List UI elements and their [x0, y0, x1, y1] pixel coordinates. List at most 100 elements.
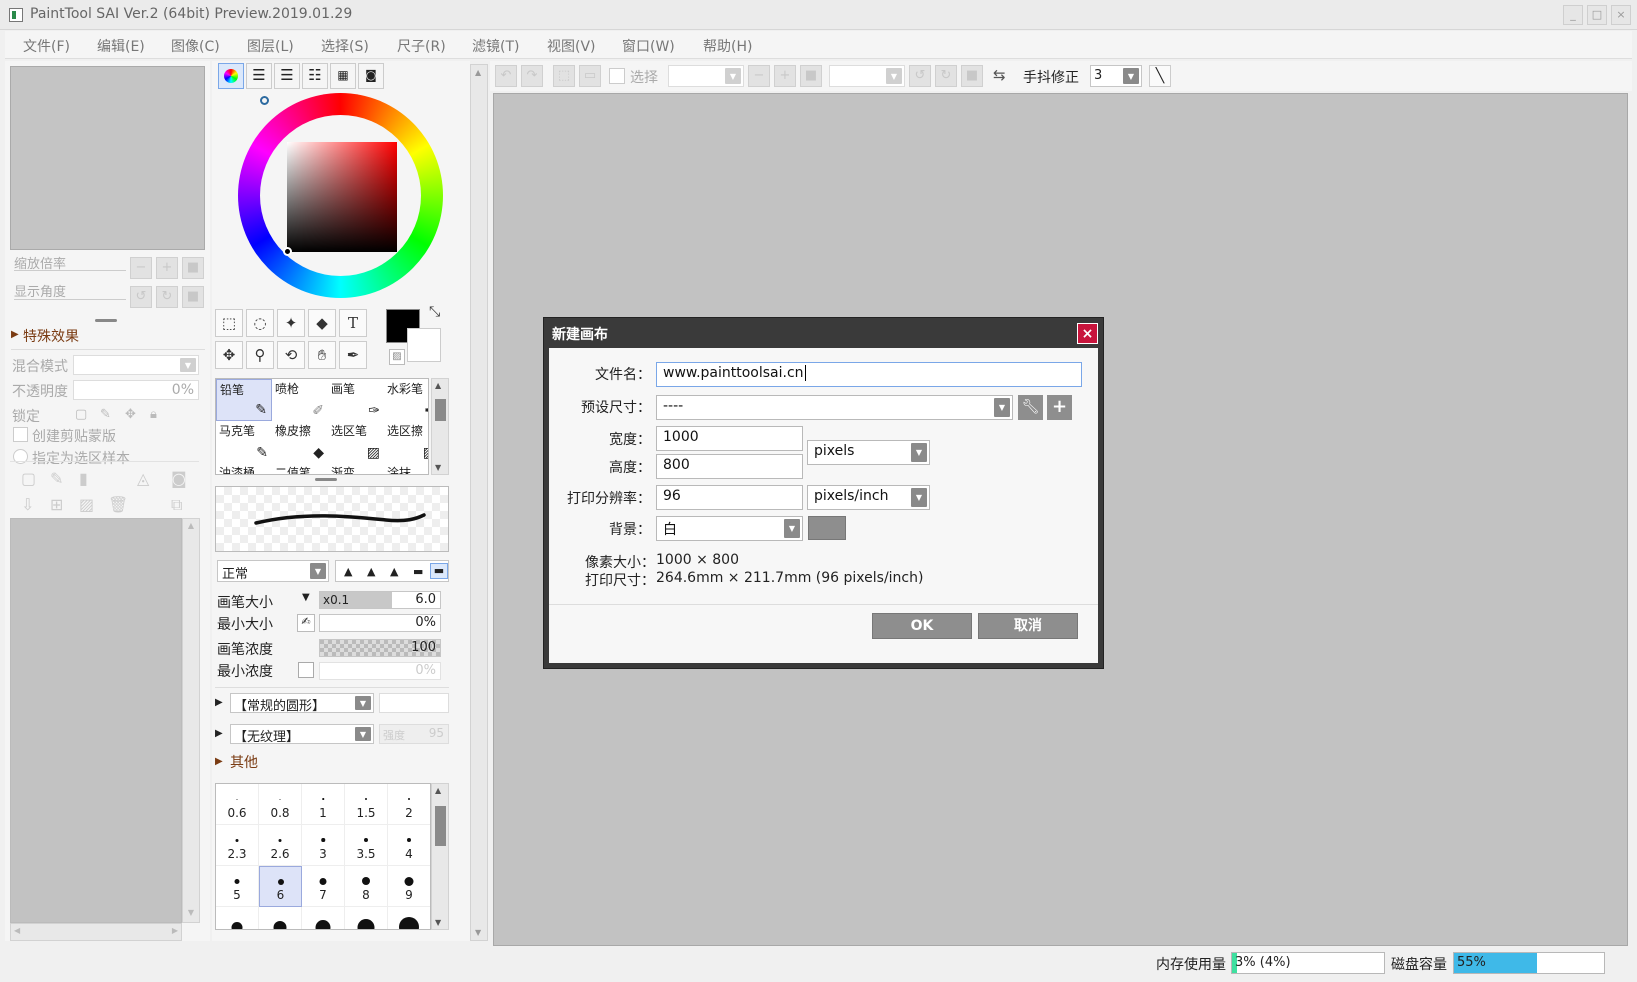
- shape-expand-icon[interactable]: ▶: [215, 697, 223, 708]
- menu-select[interactable]: 选择(S): [321, 36, 369, 56]
- saturation-value-square[interactable]: [283, 142, 397, 256]
- trash-icon[interactable]: 🗑︎: [108, 495, 128, 514]
- brush-binary[interactable]: 二值笔: [272, 463, 328, 474]
- menu-help[interactable]: 帮助(H): [703, 36, 752, 56]
- dialog-close-button[interactable]: ×: [1077, 323, 1098, 344]
- brush-airbrush[interactable]: 喷枪 ✐: [272, 379, 328, 421]
- panel-vscrollbar[interactable]: ▲ ▼: [470, 64, 488, 941]
- layer-mask-icon[interactable]: ◙: [171, 469, 187, 488]
- apply-mask-icon[interactable]: ◬: [137, 469, 149, 488]
- min-density-slider[interactable]: 0%: [319, 662, 441, 680]
- size-preset[interactable]: 8: [345, 866, 388, 907]
- menu-layer[interactable]: 图层(L): [247, 36, 294, 56]
- stabilizer-select[interactable]: 3 ▼: [1090, 65, 1142, 87]
- lock-paint-icon[interactable]: ✎: [100, 407, 111, 422]
- width-input[interactable]: 1000: [656, 426, 803, 451]
- other-label[interactable]: 其他: [230, 752, 258, 772]
- menu-image[interactable]: 图像(C): [171, 36, 220, 56]
- tip-medium-icon[interactable]: ▲: [390, 565, 398, 578]
- texture-select[interactable]: 【无纹理】 ▼: [230, 724, 374, 745]
- zoom-slider[interactable]: [14, 270, 126, 271]
- minimize-button[interactable]: _: [1563, 5, 1583, 25]
- invert-selection-button[interactable]: ▭: [579, 65, 601, 87]
- color-wheel-tab[interactable]: [218, 63, 244, 89]
- new-folder-icon[interactable]: ▮: [79, 469, 88, 488]
- shape-tool[interactable]: ◆: [308, 309, 336, 337]
- merge-down-icon[interactable]: ⇩: [21, 495, 34, 514]
- opacity-field[interactable]: 0%: [73, 380, 199, 400]
- size-preset[interactable]: 7: [302, 866, 345, 907]
- layer-props-icon[interactable]: ⧉: [171, 495, 182, 515]
- panel-splitter[interactable]: [95, 319, 117, 322]
- rotate-reset-button[interactable]: ■: [182, 286, 204, 308]
- lock-transparency-icon[interactable]: ▢: [75, 407, 87, 422]
- hsv-slider-tab[interactable]: ☰: [274, 63, 300, 89]
- brush-select-eraser[interactable]: 选区擦▨: [384, 421, 428, 463]
- menu-ruler[interactable]: 尺子(R): [397, 36, 446, 56]
- size-preset[interactable]: 5: [216, 866, 259, 907]
- density-slider[interactable]: 100: [319, 639, 441, 657]
- lock-move-icon[interactable]: ✥: [125, 407, 136, 422]
- pressure-density-checkbox[interactable]: [298, 662, 314, 678]
- layer-list-hscrollbar[interactable]: ◀ ▶: [10, 923, 182, 941]
- panel-splitter[interactable]: [315, 478, 337, 481]
- magic-wand-tool[interactable]: ✦: [277, 309, 305, 337]
- layer-list-vscrollbar[interactable]: ▲ ▼: [182, 518, 200, 923]
- zoom-tool[interactable]: ⚲: [246, 341, 274, 369]
- tip-square-icon[interactable]: ▬: [430, 563, 448, 579]
- layer-list[interactable]: [10, 518, 182, 923]
- tip-hard-icon[interactable]: ▬: [413, 565, 423, 578]
- brush-brush[interactable]: 画笔 ✑: [328, 379, 384, 421]
- redo-button[interactable]: ↷: [521, 65, 543, 87]
- rotate-right-button[interactable]: ↻: [156, 286, 178, 308]
- rotate-left-button[interactable]: ↺: [130, 286, 152, 308]
- hand-tool[interactable]: ✋︎: [308, 341, 336, 369]
- brush-select-pen[interactable]: 选区笔 ▨: [328, 421, 384, 463]
- size-preset[interactable]: 0.6: [216, 784, 259, 825]
- zoom-fit-button[interactable]: ■: [800, 65, 822, 87]
- size-preset[interactable]: 1: [302, 784, 345, 825]
- brush-size-slider[interactable]: x0.1 6.0: [319, 591, 441, 609]
- size-preset[interactable]: 9: [388, 866, 430, 907]
- texture-strength-slider[interactable]: 强度 95: [379, 724, 449, 744]
- add-preset-button[interactable]: +: [1047, 395, 1072, 420]
- zoom-select[interactable]: ▼: [668, 65, 744, 87]
- show-selection-checkbox[interactable]: [609, 68, 625, 84]
- preset-select[interactable]: ---- ▼: [656, 395, 1013, 420]
- undo-button[interactable]: ↶: [495, 65, 517, 87]
- flip-horizontal-icon[interactable]: ⇆: [993, 66, 1006, 84]
- size-dropdown-icon[interactable]: ▼: [302, 592, 310, 603]
- background-select[interactable]: 白 ▼: [656, 516, 803, 541]
- rotate-tool[interactable]: ⟲: [277, 341, 305, 369]
- secondary-color-swatch[interactable]: [407, 328, 441, 362]
- zoom-in-toolbar-button[interactable]: +: [774, 65, 796, 87]
- zoom-out-button[interactable]: −: [130, 257, 152, 279]
- rotate-cw-button[interactable]: ↻: [935, 65, 957, 87]
- ok-button[interactable]: OK: [872, 613, 972, 639]
- rotate-reset-toolbar-button[interactable]: ■: [961, 65, 983, 87]
- blend-mode-select[interactable]: ▼: [73, 355, 199, 375]
- size-preset[interactable]: 2.3: [216, 825, 259, 866]
- swatch-tab[interactable]: ▦: [330, 63, 356, 89]
- select-rect-tool[interactable]: ⬚: [215, 309, 243, 337]
- navigator-preview[interactable]: [10, 66, 205, 250]
- zoom-out-toolbar-button[interactable]: −: [748, 65, 770, 87]
- size-preset[interactable]: [259, 907, 302, 929]
- dpi-input[interactable]: 96: [656, 485, 803, 510]
- size-preset[interactable]: [345, 907, 388, 929]
- expand-arrow-icon[interactable]: ▶: [11, 329, 19, 340]
- size-preset[interactable]: [216, 907, 259, 929]
- brush-gradient[interactable]: 渐变: [328, 463, 384, 474]
- text-tool[interactable]: T: [339, 309, 367, 337]
- rgb-slider-tab[interactable]: ☰: [246, 63, 272, 89]
- tip-soft-icon[interactable]: ▲: [367, 565, 375, 578]
- new-layer-icon[interactable]: ▢: [21, 469, 36, 488]
- size-preset[interactable]: 3: [302, 825, 345, 866]
- dpi-unit-select[interactable]: pixels/inch ▼: [807, 485, 930, 510]
- transparent-color-icon[interactable]: ▨: [389, 349, 405, 365]
- size-preset[interactable]: 1.5: [345, 784, 388, 825]
- size-preset[interactable]: 2.6: [259, 825, 302, 866]
- background-color-swatch[interactable]: [808, 516, 846, 540]
- size-preset[interactable]: 2: [388, 784, 430, 825]
- lock-all-icon[interactable]: 🔒︎: [150, 407, 157, 422]
